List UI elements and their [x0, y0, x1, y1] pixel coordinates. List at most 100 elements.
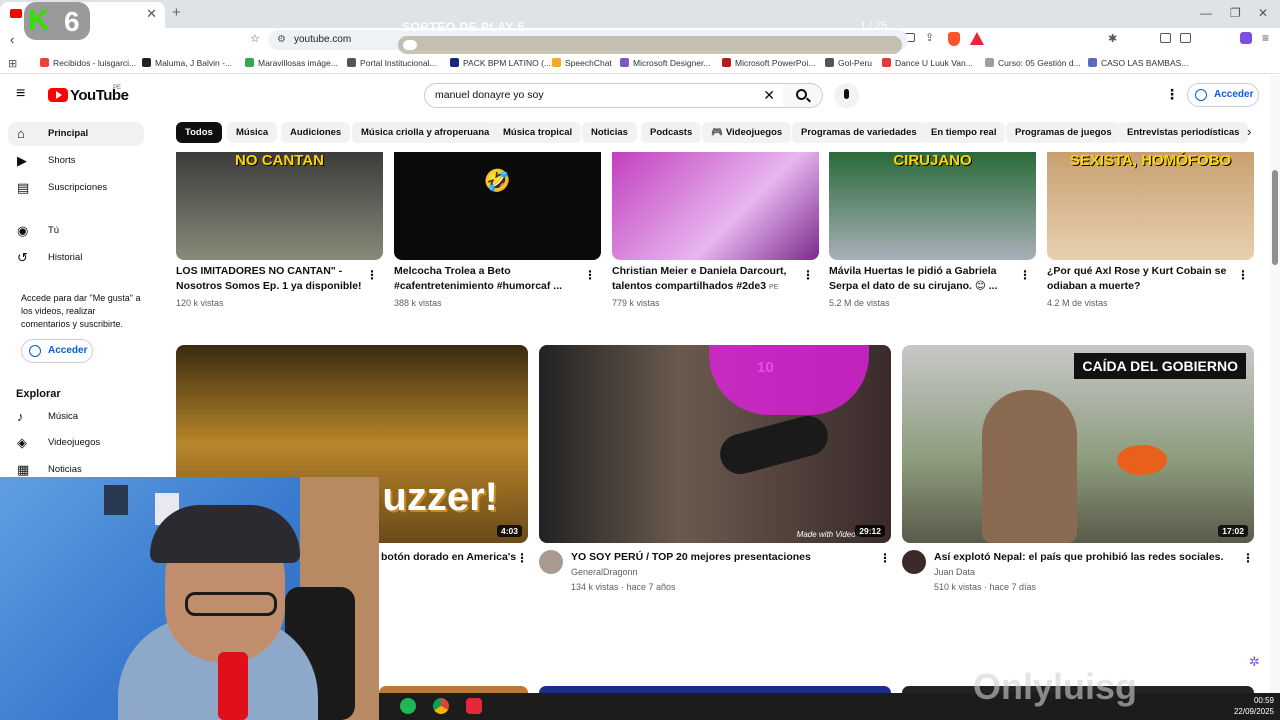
explore-item[interactable]: ♪ Música: [8, 405, 144, 429]
sidebar-item-you[interactable]: ◉ Tú: [8, 219, 144, 243]
bookmark-item[interactable]: CASO LAS BAMBAS...: [1088, 58, 1188, 68]
app-icon[interactable]: [466, 698, 482, 714]
chips-next-icon[interactable]: ›: [1247, 124, 1251, 139]
video-thumbnail[interactable]: 10Made with VideoS29:12: [539, 345, 891, 543]
back-icon[interactable]: ‹: [10, 32, 14, 47]
bookmark-item[interactable]: Microsoft Designer...: [620, 58, 710, 68]
bookmark-item[interactable]: Microsoft PowerPoi...: [722, 58, 815, 68]
video-title[interactable]: Mávila Huertas le pidió a Gabriela: [829, 264, 1014, 279]
video-title[interactable]: #cafentretenimiento #humorcaf ...: [394, 279, 579, 294]
ai-sparkle-icon[interactable]: ✲: [1249, 654, 1260, 670]
taskbar-clock[interactable]: 00:59 22/09/2025: [1234, 695, 1274, 717]
bookmark-item[interactable]: Curso: 05 Gestión d...: [985, 58, 1081, 68]
video-thumbnail[interactable]: [612, 152, 819, 260]
voice-search-button[interactable]: [834, 83, 859, 108]
share-icon[interactable]: ⇪: [925, 31, 934, 44]
bookmark-item[interactable]: Dance U Luuk Van...: [882, 58, 973, 68]
sidebar-item-subscriptions[interactable]: ▤ Suscripciones: [8, 176, 144, 200]
video-more-icon[interactable]: ⋮: [516, 551, 528, 565]
video-more-icon[interactable]: ⋮: [879, 551, 891, 565]
bookmark-item[interactable]: SpeechChat: [552, 58, 612, 68]
sign-in-button[interactable]: Acceder: [1187, 83, 1259, 107]
video-more-icon[interactable]: ⋮: [1242, 551, 1254, 565]
explore-item[interactable]: ◈ Videojuegos: [8, 431, 144, 455]
video-title[interactable]: Serpa el dato de su cirujano. 😊 ...: [829, 279, 1014, 294]
channel-name[interactable]: GeneralDragonn: [571, 565, 638, 580]
video-thumbnail[interactable]: CIRUJANO: [829, 152, 1036, 260]
new-tab-button[interactable]: +: [172, 4, 181, 21]
video-title[interactable]: odiaban a muerte?: [1047, 279, 1232, 294]
chrome-icon[interactable]: [433, 698, 449, 714]
chip-filter[interactable]: Podcasts: [641, 122, 702, 143]
chip-filter[interactable]: Noticias: [582, 122, 637, 143]
video-thumbnail-partial[interactable]: [379, 686, 528, 693]
scrollbar-thumb[interactable]: [1272, 170, 1278, 265]
thumbnail-caption: SEXISTA, HOMÓFOBO: [1069, 152, 1232, 169]
brave-shield-icon[interactable]: [948, 32, 960, 46]
youtube-logo-icon[interactable]: [48, 88, 68, 102]
chip-filter[interactable]: Música tropical: [494, 122, 582, 143]
video-title[interactable]: Melcocha Trolea a Beto: [394, 264, 579, 279]
channel-name[interactable]: Juan Data: [934, 565, 975, 580]
video-title[interactable]: Nosotros Somos Ep. 1 ya disponible!: [176, 279, 362, 294]
chip-filter[interactable]: Programas de juegos: [1006, 122, 1121, 143]
more-options-icon[interactable]: ⋮: [1165, 86, 1179, 103]
search-button[interactable]: [783, 83, 823, 108]
bookmark-item[interactable]: PACK BPM LATINO (...: [450, 58, 551, 68]
restore-icon[interactable]: ❐: [1230, 6, 1241, 20]
video-title[interactable]: YO SOY PERÚ / TOP 20 mejores presentacio…: [571, 550, 811, 565]
minimize-icon[interactable]: —: [1200, 6, 1212, 20]
page-scrollbar[interactable]: [1270, 75, 1280, 693]
sidebar-item-history[interactable]: ↺ Historial: [8, 246, 144, 270]
site-info-icon[interactable]: ⚙: [277, 30, 286, 50]
video-thumbnail[interactable]: NO CANTAN: [176, 152, 383, 260]
sidebar-sign-in-button[interactable]: Acceder: [21, 339, 93, 363]
video-thumbnail[interactable]: 🤣: [394, 152, 601, 260]
video-title[interactable]: ¿Por qué Axl Rose y Kurt Cobain se: [1047, 264, 1232, 279]
video-title[interactable]: Así explotó Nepal: el país que prohibió …: [934, 550, 1223, 565]
bookmark-item[interactable]: Recibidos - luisgarci...: [40, 58, 136, 68]
clear-search-icon[interactable]: ✕: [763, 84, 775, 107]
channel-avatar[interactable]: [902, 550, 926, 574]
video-title[interactable]: Christian Meier e Daniela Darcourt,: [612, 264, 797, 279]
sidebar-item-home[interactable]: ⌂ Principal: [8, 122, 144, 146]
bookmark-star-icon[interactable]: ☆: [250, 32, 260, 45]
chip-filter[interactable]: Música: [227, 122, 278, 143]
video-more-icon[interactable]: ⋮: [1237, 268, 1249, 282]
chip-todos[interactable]: Todos: [176, 122, 222, 143]
guide-menu-icon[interactable]: ≡: [16, 85, 25, 103]
search-input[interactable]: manuel donayre yo soy ✕: [424, 83, 784, 108]
window-close-icon[interactable]: ✕: [1258, 6, 1268, 20]
bookmark-item[interactable]: Portal Institucional...: [347, 58, 437, 68]
chip-filter[interactable]: Audiciones: [281, 122, 351, 143]
video-more-icon[interactable]: ⋮: [584, 268, 596, 282]
chip-filter[interactable]: 🎮 Videojuegos: [702, 122, 792, 143]
spotify-icon[interactable]: [400, 698, 416, 714]
video-more-icon[interactable]: ⋮: [802, 268, 814, 282]
video-title[interactable]: talentos compartilhados #2de3 PE: [612, 279, 797, 295]
sidebar-item-shorts[interactable]: ▶ Shorts: [8, 149, 144, 173]
chip-filter[interactable]: Entrevistas periodísticas: [1118, 122, 1249, 143]
chip-filter[interactable]: Programas de variedades: [792, 122, 926, 143]
wallet-icon[interactable]: [1180, 33, 1191, 43]
video-title[interactable]: botón dorado en America's: [381, 550, 516, 565]
video-thumbnail[interactable]: SEXISTA, HOMÓFOBO: [1047, 152, 1254, 260]
bookmark-item[interactable]: Gol-Peru: [825, 58, 872, 68]
bookmark-item[interactable]: Maluma, J Balvin -...: [142, 58, 232, 68]
leo-icon[interactable]: [1240, 32, 1252, 44]
extensions-icon[interactable]: ✱: [1108, 32, 1117, 45]
menu-icon[interactable]: ≡: [1262, 31, 1269, 45]
bookmark-item[interactable]: Maravillosas imáge...: [245, 58, 338, 68]
chip-filter[interactable]: Música criolla y afroperuana: [352, 122, 499, 143]
video-thumbnail[interactable]: CAÍDA DEL GOBIERNO 17:02: [902, 345, 1254, 543]
brave-rewards-icon[interactable]: [970, 32, 984, 45]
video-more-icon[interactable]: ⋮: [366, 268, 378, 282]
chip-filter[interactable]: En tiempo real: [922, 122, 1006, 143]
tab-close-icon[interactable]: ✕: [146, 6, 157, 22]
sidebar-icon[interactable]: [1160, 33, 1171, 43]
video-thumbnail-partial[interactable]: [539, 686, 891, 693]
video-more-icon[interactable]: ⋮: [1019, 268, 1031, 282]
video-title[interactable]: LOS IMITADORES NO CANTAN" -: [176, 264, 361, 279]
apps-grid-icon[interactable]: ⊞: [8, 57, 17, 70]
channel-avatar[interactable]: [539, 550, 563, 574]
